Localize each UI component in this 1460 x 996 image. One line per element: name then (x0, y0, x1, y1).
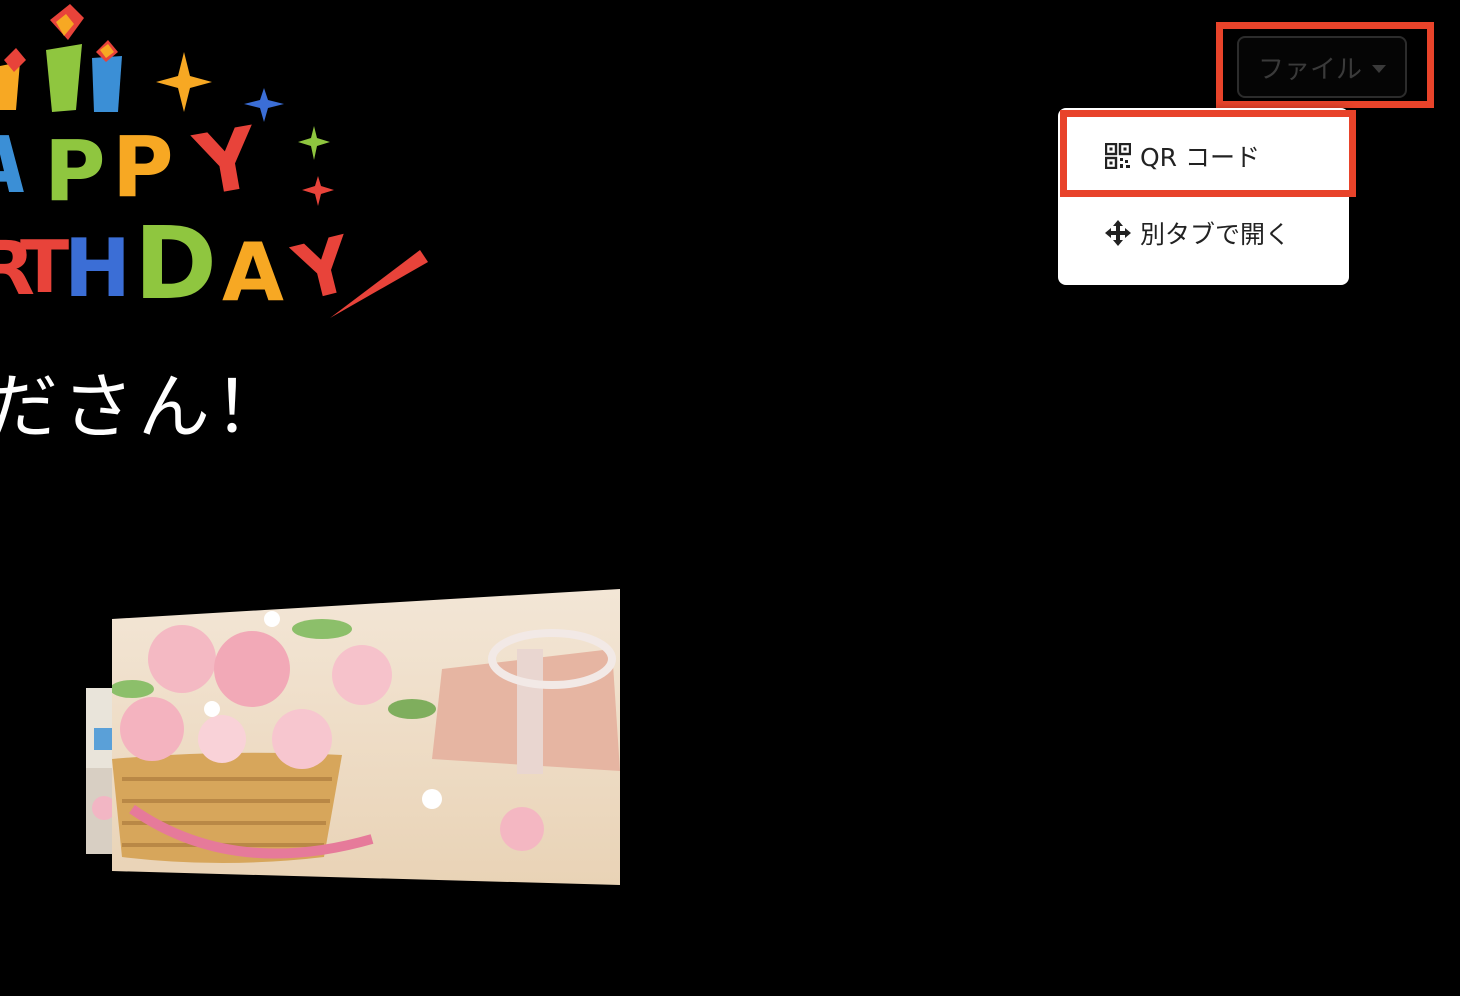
qr-code-icon (1104, 142, 1132, 170)
svg-text:H: H (64, 222, 131, 315)
svg-text:T: T (20, 225, 69, 309)
svg-text:P: P (112, 118, 174, 216)
menu-item-label: 別タブで開く (1140, 220, 1291, 249)
carousel-photo-current[interactable] (112, 589, 622, 885)
greeting-text: ださん！ (0, 365, 291, 449)
file-menu-button[interactable]: ファイル (1237, 36, 1407, 98)
svg-text:A: A (222, 226, 284, 319)
menu-item-open-new-tab[interactable]: 別タブで開く (1058, 203, 1349, 263)
svg-text:D: D (134, 205, 217, 322)
file-menu-button-label: ファイル (1257, 54, 1362, 85)
photo-carousel[interactable] (80, 585, 640, 895)
page: A P P Y R T H D A Y ださん！ ファイル QR コード 別タブ… (0, 0, 1460, 996)
logo-letter-a: A (0, 120, 32, 211)
svg-text:P: P (44, 122, 106, 220)
menu-item-label: QR コード (1140, 143, 1260, 172)
caret-down-icon (1372, 64, 1386, 73)
svg-text:Y: Y (187, 108, 266, 215)
file-dropdown-menu: QR コード 別タブで開く (1058, 108, 1349, 285)
happy-birthday-logo: A P P Y R T H D A Y (0, 4, 428, 322)
move-arrows-icon (1104, 219, 1132, 247)
menu-item-qr-code[interactable]: QR コード (1058, 126, 1349, 186)
